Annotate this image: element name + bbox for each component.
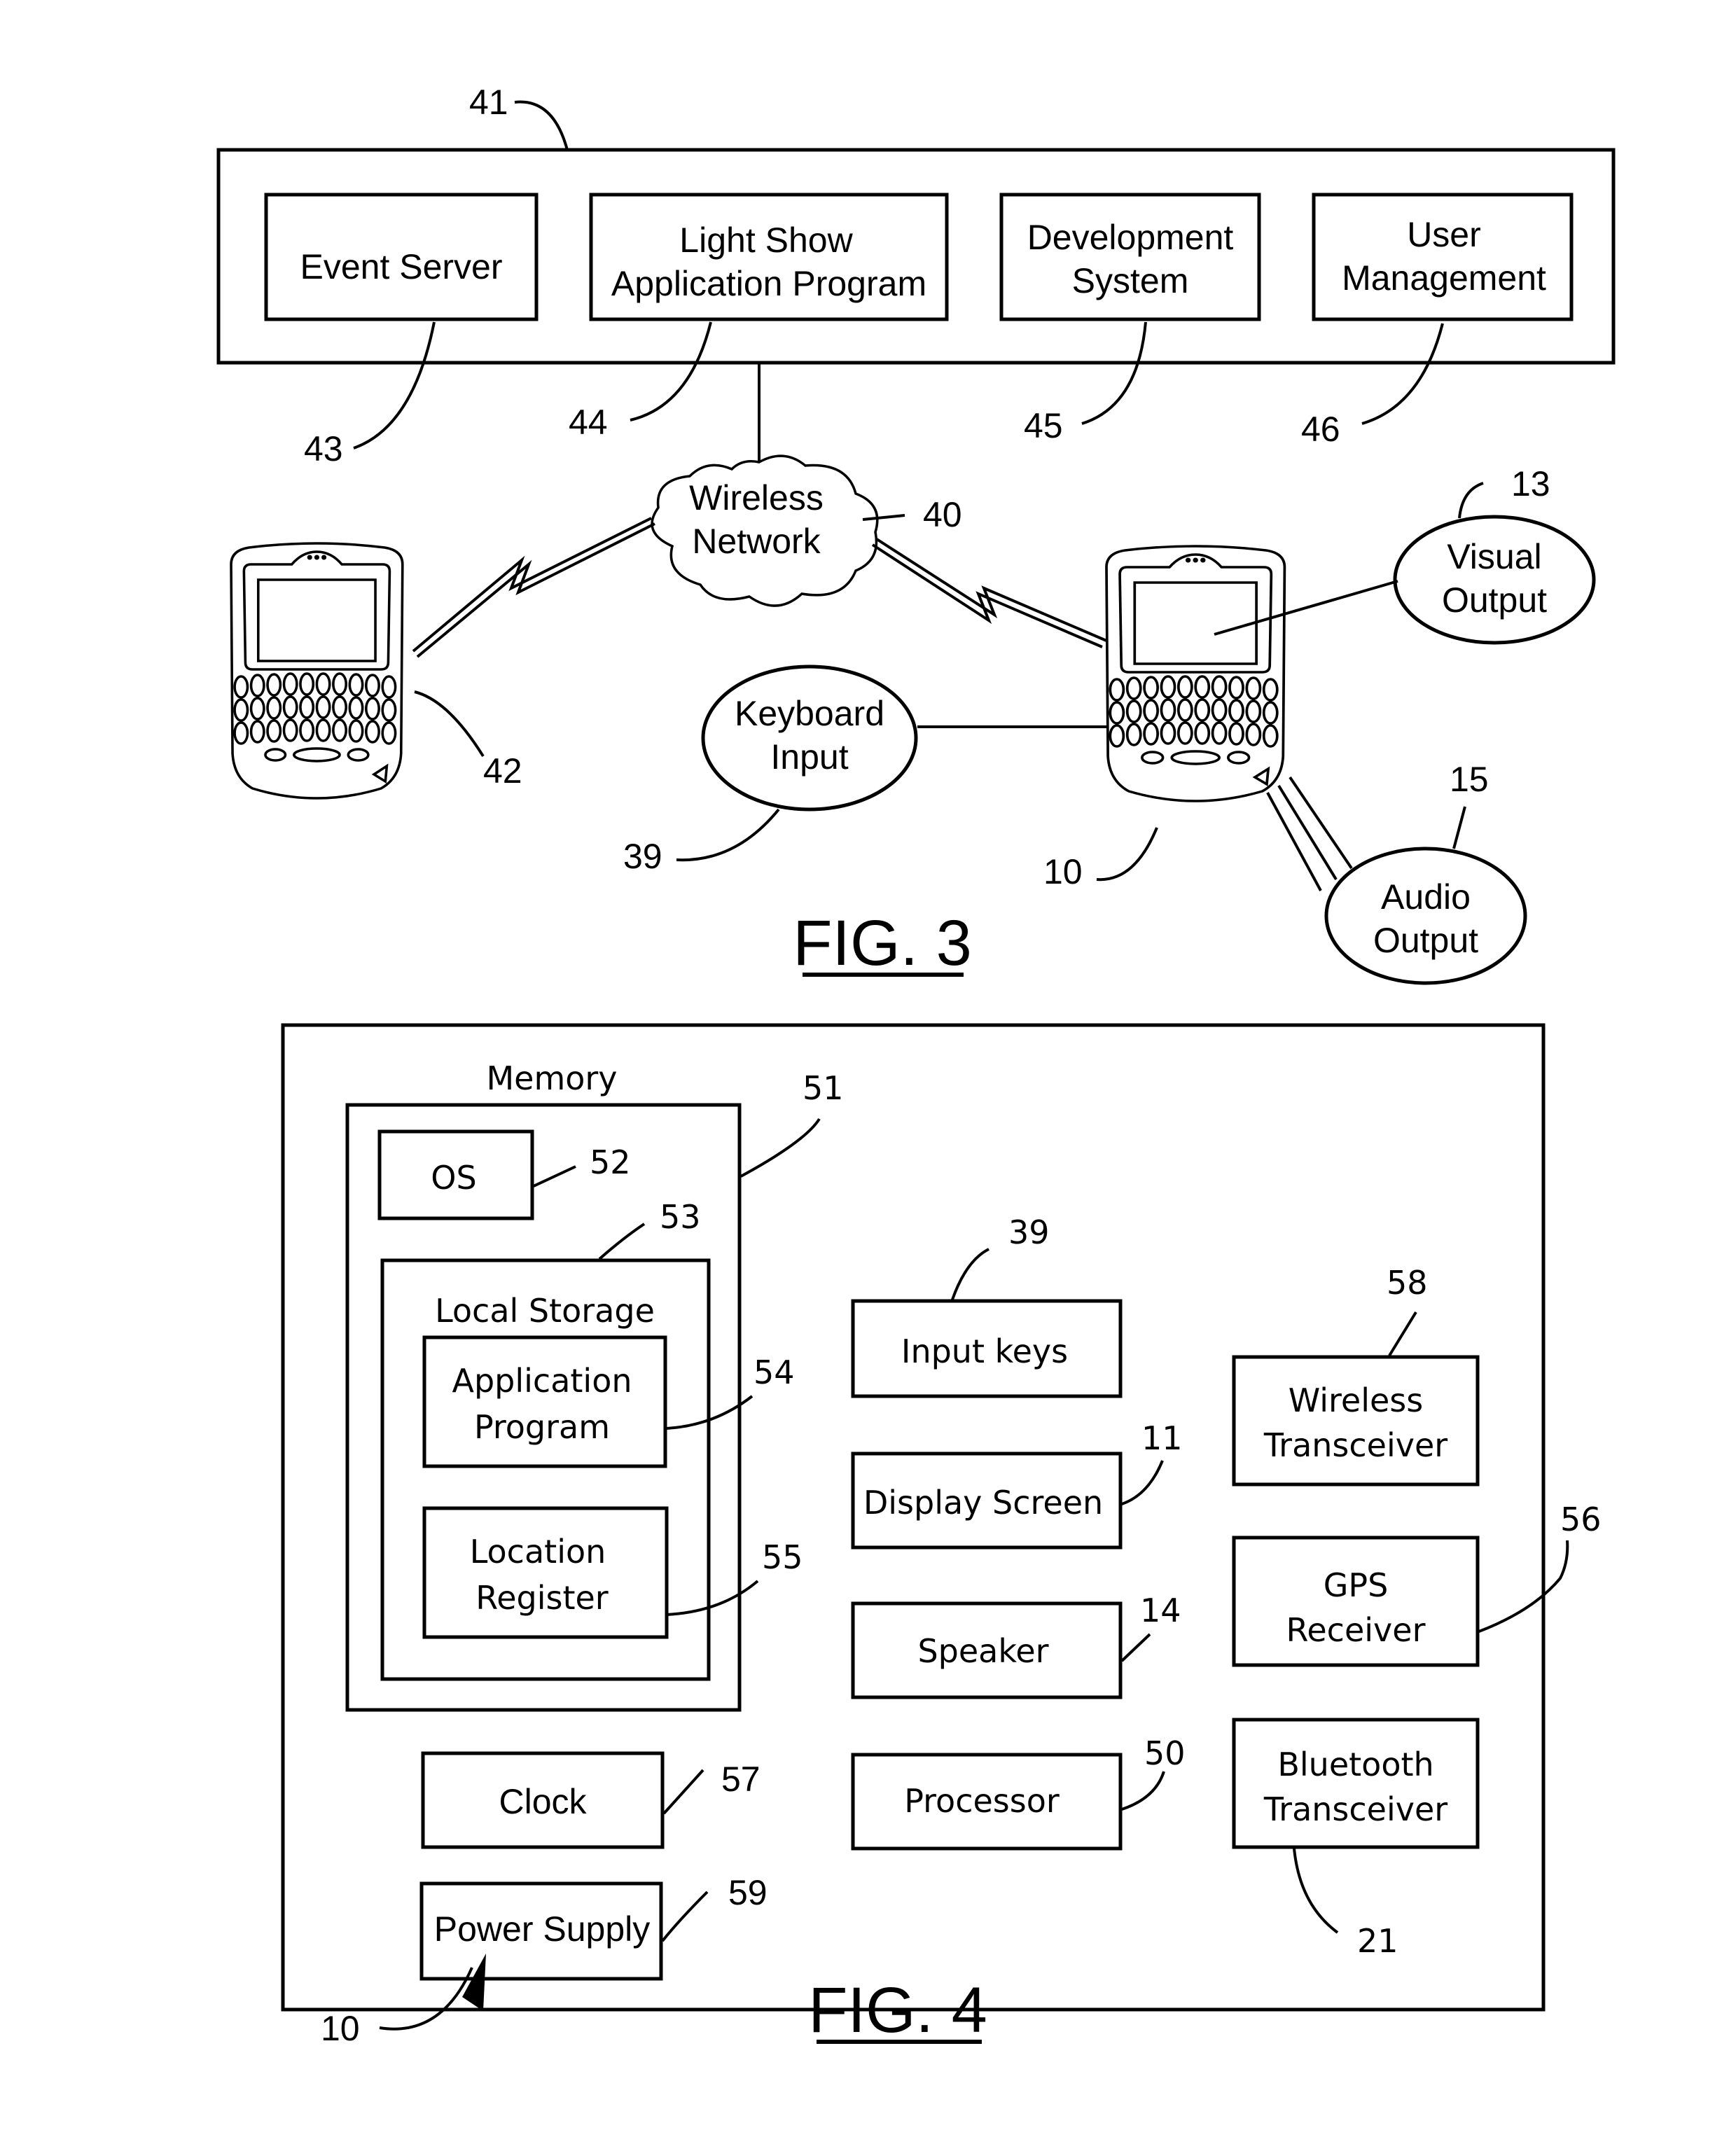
- ref-45: 45: [1024, 406, 1063, 445]
- os-label: OS: [431, 1159, 476, 1197]
- fig3: 41 Event Server 43 Light Show Applicatio…: [216, 83, 1616, 985]
- bluetooth-transceiver-label-1: Bluetooth: [1277, 1746, 1433, 1783]
- leader-42: [414, 690, 485, 758]
- ref-11: 11: [1141, 1419, 1183, 1457]
- ref-51: 51: [803, 1069, 844, 1107]
- wireless-transceiver-label-1: Wireless: [1289, 1381, 1423, 1419]
- light-show-app-label-2: Application Program: [611, 264, 926, 303]
- ref-46: 46: [1301, 410, 1340, 449]
- keyboard-input-label-1: Keyboard: [735, 694, 884, 733]
- processor-label: Processor: [904, 1782, 1060, 1820]
- application-program-label-2: Program: [474, 1408, 610, 1446]
- speaker-label: Speaker: [917, 1632, 1048, 1670]
- development-system-label-2: System: [1072, 261, 1189, 300]
- fig3-title: FIG. 3: [793, 907, 972, 979]
- ref-41: 41: [469, 83, 508, 122]
- local-storage-label: Local Storage: [435, 1292, 655, 1330]
- ref-15: 15: [1450, 760, 1489, 799]
- location-register-label-2: Register: [475, 1579, 608, 1617]
- leader-39-fig3: [676, 808, 780, 862]
- ref-13: 13: [1511, 464, 1550, 503]
- location-register-box[interactable]: [422, 1506, 669, 1639]
- application-program-label-1: Application: [452, 1362, 632, 1400]
- application-program-box[interactable]: [422, 1335, 667, 1468]
- right-handheld-device[interactable]: [1105, 545, 1286, 802]
- audio-output-label-2: Output: [1373, 921, 1478, 960]
- leader-40: [862, 514, 905, 521]
- ref-57: 57: [721, 1760, 761, 1799]
- ref-21: 21: [1357, 1922, 1398, 1960]
- ref-39-fig3: 39: [623, 837, 662, 876]
- leader-41: [514, 100, 569, 151]
- keyboard-input-label-2: Input: [770, 737, 848, 777]
- display-screen-label: Display Screen: [863, 1484, 1103, 1522]
- development-system-box[interactable]: [999, 193, 1261, 321]
- leader-13: [1458, 482, 1484, 519]
- location-register-label-1: Location: [470, 1533, 606, 1571]
- wireless-network-label-2: Network: [692, 522, 821, 561]
- ref-52: 52: [590, 1143, 631, 1181]
- patent-drawing-sheet: 41 Event Server 43 Light Show Applicatio…: [216, 83, 1616, 2048]
- ref-55: 55: [762, 1538, 803, 1576]
- ref-43: 43: [304, 429, 343, 468]
- ref-58: 58: [1387, 1264, 1428, 1302]
- ref-42: 42: [483, 751, 522, 791]
- gps-receiver-label-1: GPS: [1324, 1566, 1389, 1604]
- development-system-label-1: Development: [1027, 218, 1234, 257]
- ref-14: 14: [1140, 1592, 1181, 1629]
- ref-44: 44: [569, 403, 608, 442]
- fig4: Memory 51 OS 52 Local Storage 53 Applica…: [281, 1023, 1602, 2048]
- visual-output-label-1: Visual: [1447, 537, 1541, 576]
- visual-output-ellipse[interactable]: [1393, 515, 1596, 645]
- bluetooth-transceiver-label-2: Transceiver: [1263, 1790, 1447, 1828]
- user-management-label-1: User: [1407, 215, 1481, 254]
- ref-54: 54: [754, 1353, 795, 1391]
- gps-receiver-label-2: Receiver: [1286, 1611, 1425, 1649]
- wireless-transceiver-label-2: Transceiver: [1263, 1426, 1447, 1464]
- power-supply-label: Power Supply: [434, 1909, 651, 1949]
- memory-label: Memory: [486, 1059, 617, 1097]
- ref-10-fig3: 10: [1043, 852, 1083, 891]
- wireless-transceiver-box[interactable]: [1232, 1355, 1480, 1487]
- event-server-label: Event Server: [300, 247, 502, 286]
- leader-10-fig3: [1096, 827, 1158, 882]
- visual-output-label-2: Output: [1442, 580, 1547, 620]
- ref-56: 56: [1560, 1501, 1602, 1538]
- input-keys-label: Input keys: [901, 1332, 1068, 1370]
- ref-10-fig4: 10: [321, 2009, 360, 2048]
- wireless-network-label-1: Wireless: [689, 478, 824, 517]
- visual-output-connector: [1214, 580, 1398, 636]
- ref-40: 40: [923, 495, 962, 534]
- leader-15: [1452, 806, 1466, 849]
- ref-39-fig4: 39: [1008, 1213, 1050, 1251]
- user-management-label-2: Management: [1342, 258, 1546, 298]
- ref-59: 59: [728, 1873, 768, 1912]
- ref-50: 50: [1144, 1734, 1186, 1772]
- wireless-link-right: [875, 538, 1107, 642]
- audio-output-label-1: Audio: [1381, 877, 1471, 917]
- ref-53: 53: [660, 1198, 701, 1236]
- left-handheld-device[interactable]: [230, 542, 404, 800]
- light-show-app-label-1: Light Show: [679, 221, 853, 260]
- fig4-title: FIG. 4: [808, 1975, 987, 2046]
- user-management-box[interactable]: [1312, 193, 1574, 321]
- clock-label: Clock: [499, 1782, 587, 1821]
